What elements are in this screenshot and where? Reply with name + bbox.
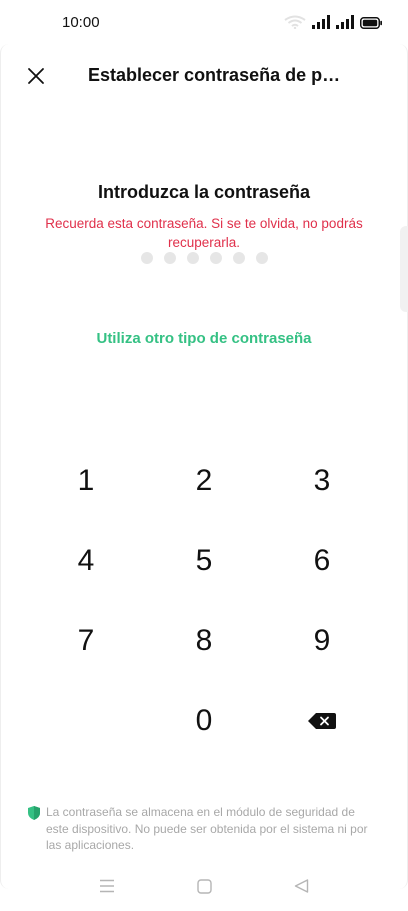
close-icon — [28, 68, 44, 84]
home-button[interactable] — [192, 876, 216, 896]
delete-button[interactable] — [282, 693, 362, 749]
wifi-icon — [284, 15, 306, 29]
navigation-bar — [0, 870, 408, 902]
pin-dot — [163, 252, 176, 264]
card-edge — [0, 44, 9, 889]
status-time: 10:00 — [62, 14, 100, 31]
security-note-text: La contraseña se almacena en el módulo d… — [46, 805, 368, 852]
numeric-keypad: 1 2 3 4 5 6 7 8 9 0 — [0, 0, 408, 911]
header: Establecer contraseña de pant… — [0, 56, 408, 96]
card-edge — [399, 44, 408, 889]
security-note: La contraseña se almacena en el módulo d… — [28, 804, 373, 854]
key-4[interactable]: 4 — [46, 533, 126, 589]
side-handle[interactable] — [400, 226, 408, 312]
menu-icon — [100, 879, 114, 893]
page-title: Establecer contraseña de pant… — [88, 65, 350, 85]
other-password-type-link[interactable]: Utiliza otro tipo de contraseña — [0, 330, 408, 347]
back-button[interactable] — [289, 876, 313, 896]
pin-dot — [140, 252, 153, 264]
pin-dot — [255, 252, 268, 264]
close-button[interactable] — [22, 62, 50, 90]
pin-indicator — [0, 252, 408, 264]
key-9[interactable]: 9 — [282, 613, 362, 669]
key-6[interactable]: 6 — [282, 533, 362, 589]
pin-dot — [209, 252, 222, 264]
signal-icon — [336, 15, 354, 29]
signal-icon — [312, 15, 330, 29]
key-7[interactable]: 7 — [46, 613, 126, 669]
key-1[interactable]: 1 — [46, 453, 126, 509]
status-bar: 10:00 — [0, 0, 408, 44]
pin-dot — [186, 252, 199, 264]
recent-apps-button[interactable] — [95, 876, 119, 896]
key-8[interactable]: 8 — [164, 613, 244, 669]
prompt-title: Introduzca la contraseña — [97, 182, 311, 202]
key-3[interactable]: 3 — [282, 453, 362, 509]
status-icons — [284, 15, 382, 29]
key-5[interactable]: 5 — [164, 533, 244, 589]
key-0[interactable]: 0 — [164, 693, 244, 749]
home-icon — [196, 878, 212, 894]
backspace-icon — [308, 713, 336, 729]
battery-icon — [360, 17, 382, 29]
back-icon — [294, 879, 308, 893]
key-2[interactable]: 2 — [164, 453, 244, 509]
warning-text: Recuerda esta contraseña. Si se te olvid… — [45, 216, 363, 250]
pin-dot — [232, 252, 245, 264]
shield-icon — [28, 806, 40, 820]
